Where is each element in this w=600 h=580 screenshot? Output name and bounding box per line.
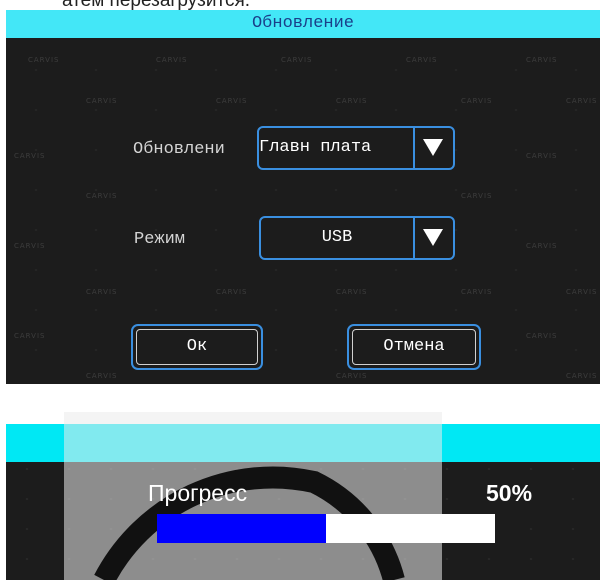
- watermark: CARVIS: [216, 288, 248, 296]
- update-target-select[interactable]: Главн плата: [257, 126, 455, 170]
- mode-select[interactable]: USB: [259, 216, 455, 260]
- progress-label: Прогресс: [148, 480, 248, 506]
- cancel-button[interactable]: Отмена: [347, 324, 481, 370]
- watermark: CARVIS: [14, 242, 46, 250]
- cancel-button-label: Отмена: [352, 329, 476, 365]
- watermark: CARVIS: [156, 56, 188, 64]
- watermark: CARVIS: [336, 97, 368, 105]
- chevron-down-icon[interactable]: [423, 139, 443, 156]
- progress-bar: [157, 514, 495, 543]
- watermark: CARVIS: [566, 97, 598, 105]
- update-label: Обновлени: [133, 140, 225, 159]
- watermark: CARVIS: [336, 372, 368, 380]
- watermark: CARVIS: [86, 97, 118, 105]
- ok-button[interactable]: Ок: [131, 324, 263, 370]
- ok-button-label: Ок: [136, 329, 258, 365]
- update-dialog: Обновление CARVIS CARVIS CARVIS CARVIS C…: [6, 10, 600, 384]
- loading-arc: [64, 412, 442, 580]
- watermark: CARVIS: [28, 56, 60, 64]
- dialog-title: Обновление: [6, 10, 600, 38]
- select-divider: [413, 128, 415, 168]
- progress-percent: 50%: [486, 480, 533, 506]
- watermark: CARVIS: [14, 332, 46, 340]
- watermark: CARVIS: [461, 97, 493, 105]
- mode-value: USB: [321, 228, 353, 247]
- watermark: CARVIS: [566, 372, 598, 380]
- watermark: CARVIS: [526, 242, 558, 250]
- watermark: CARVIS: [566, 288, 598, 296]
- watermark: CARVIS: [14, 152, 46, 160]
- watermark: CARVIS: [281, 56, 313, 64]
- watermark: CARVIS: [526, 152, 558, 160]
- chevron-down-icon[interactable]: [423, 229, 443, 246]
- mode-label: Режим: [134, 230, 186, 249]
- progress-bar-fill: [157, 514, 326, 543]
- watermark: CARVIS: [336, 288, 368, 296]
- watermark: CARVIS: [526, 332, 558, 340]
- watermark: CARVIS: [526, 56, 558, 64]
- watermark: CARVIS: [86, 372, 118, 380]
- watermark: CARVIS: [86, 288, 118, 296]
- watermark: CARVIS: [216, 97, 248, 105]
- update-target-value: Главн плата: [259, 138, 372, 157]
- select-divider: [413, 218, 415, 258]
- watermark: CARVIS: [461, 288, 493, 296]
- watermark: CARVIS: [461, 192, 493, 200]
- watermark: CARVIS: [406, 56, 438, 64]
- watermark: CARVIS: [86, 192, 118, 200]
